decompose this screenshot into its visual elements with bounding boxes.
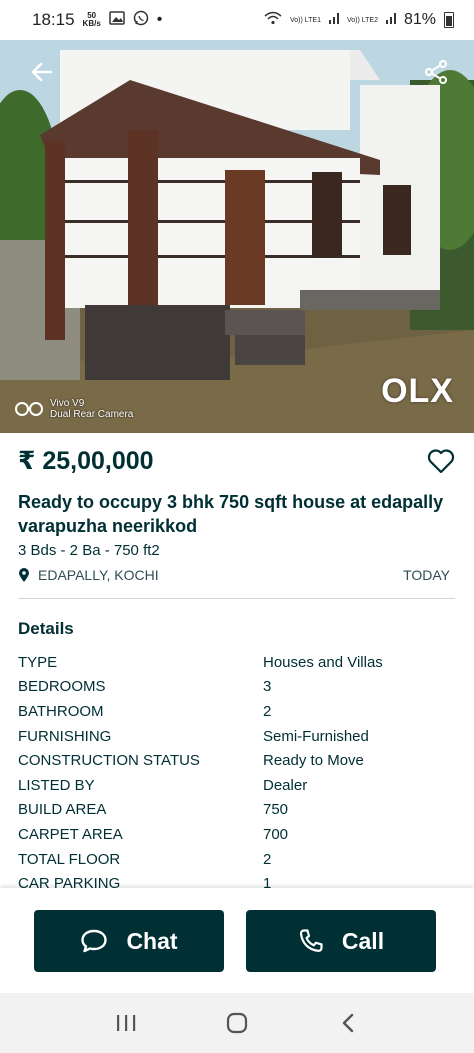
favorite-button[interactable] [426,446,456,476]
price-row: ₹ 25,00,000 [18,446,456,476]
chat-button-label: Chat [126,927,178,954]
listing-specs: 3 Bds - 2 Ba - 750 ft2 [18,542,160,559]
call-button-label: Call [341,927,385,954]
detail-row: FURNISHING Semi-Furnished [18,724,458,749]
recent-apps-icon [116,1015,135,1031]
listing-title: Ready to occupy 3 bhk 750 sqft house at … [18,492,444,536]
camera-model: Vivo V9 [50,398,85,409]
whatsapp-notification-icon [133,10,149,31]
camera-description: Dual Rear Camera [50,409,134,420]
gallery-notification-icon [109,10,125,30]
detail-value: Semi-Furnished [263,727,369,745]
detail-value: 2 [263,702,272,720]
arrow-left-icon [31,62,53,82]
location-row: EDAPALLY, KOCHI TODAY [18,567,450,583]
detail-row: CONSTRUCTION STATUS Ready to Move [18,748,458,773]
location-group: EDAPALLY, KOCHI [18,567,159,583]
divider [18,598,455,599]
detail-row: BEDROOMS 3 [18,675,458,700]
detail-row: CAR PARKING 1 [18,871,458,888]
listing-price: ₹ 25,00,000 [18,447,154,475]
detail-key: CARPET AREA [18,825,123,843]
detail-row: BATHROOM 2 [18,699,458,724]
camera-lens-icon [15,402,43,416]
share-icon [425,60,447,84]
details-heading: Details [18,619,74,638]
detail-value: Ready to Move [263,752,364,770]
battery-icon [444,12,454,28]
home-icon [226,1012,248,1034]
detail-key: BUILD AREA [18,801,107,819]
battery-percent: 81% [403,11,436,28]
detail-row: TYPE Houses and Villas [18,650,458,675]
detail-key: BEDROOMS [18,678,106,696]
detail-value: 3 [263,678,272,696]
notification-dot: • [156,11,163,28]
detail-value: Houses and Villas [263,653,383,671]
chat-bubble-icon [81,929,108,953]
posted-date: TODAY [403,567,450,583]
home-button[interactable] [217,1003,257,1043]
detail-key: TYPE [18,653,58,671]
detail-value: 700 [263,825,289,843]
back-button[interactable] [24,54,60,90]
system-back-button[interactable] [328,1003,368,1043]
detail-value: Dealer [263,776,308,794]
detail-key: TOTAL FLOOR [18,850,121,868]
detail-value: 750 [263,801,289,819]
sim1-label: Vo)) LTE1 [289,16,321,24]
detail-row: BUILD AREA 750 [18,798,458,823]
details-list: TYPE Houses and Villas BEDROOMS 3 BATHROOM… [18,650,458,888]
detail-value: 1 [263,875,272,888]
wifi-icon [264,11,282,30]
call-button[interactable]: Call [246,910,436,972]
detail-key: CAR PARKING [18,875,121,888]
status-bar: 18:15 50 KB/s • Vo)) LTE1 Vo)) LTE2 81% [0,0,474,40]
network-speed: 50 KB/s [83,12,101,28]
detail-key: BATHROOM [18,702,104,720]
detail-key: CONSTRUCTION STATUS [18,752,200,770]
detail-row: LISTED BY Dealer [18,773,458,798]
status-time: 18:15 [32,10,75,29]
phone-icon [299,929,323,952]
heart-icon [427,449,455,474]
olx-logo: OLX [381,372,454,410]
detail-value: 2 [263,850,272,868]
detail-row: CARPET AREA 700 [18,822,458,847]
detail-row: TOTAL FLOOR 2 [18,847,458,872]
sim2-label: Vo)) LTE2 [346,16,378,24]
signal-icon-1 [328,11,339,29]
detail-key: FURNISHING [18,727,112,745]
detail-key: LISTED BY [18,776,95,794]
camera-watermark: Vivo V9 Dual Rear Camera [14,398,133,420]
signal-icon-2 [385,11,396,29]
share-button[interactable] [418,54,454,90]
status-right: Vo)) LTE1 Vo)) LTE2 81% [264,11,454,30]
system-nav-bar [0,993,474,1053]
listing-photo[interactable]: Vivo V9 Dual Rear Camera OLX [0,40,474,433]
recent-apps-button[interactable] [106,1003,146,1043]
bottom-action-bar: Chat Call [0,888,474,993]
network-speed-unit: KB/s [82,19,101,28]
status-left: 18:15 50 KB/s • [32,10,162,31]
chat-button[interactable]: Chat [34,910,224,972]
chevron-left-icon [343,1013,354,1033]
listing-location: EDAPALLY, KOCHI [38,567,159,583]
location-pin-icon [19,568,29,582]
